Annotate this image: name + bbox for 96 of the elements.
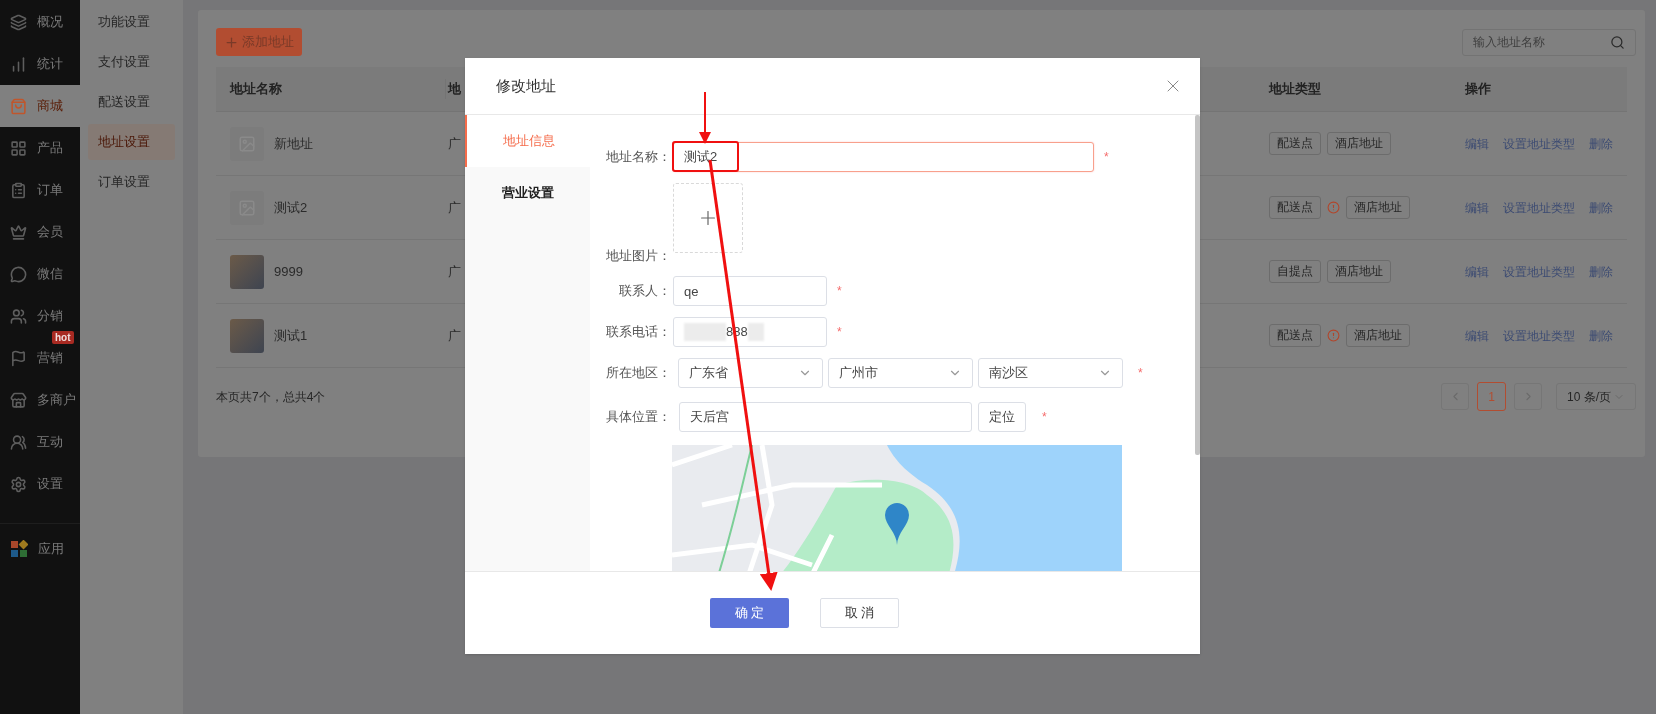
search-placeholder: 输入地址名称 [1473, 34, 1545, 51]
required-mark: * [1104, 149, 1109, 166]
action-link[interactable]: 删除 [1589, 326, 1613, 345]
region-select[interactable]: 广州市 [828, 358, 973, 388]
type-tag: 配送点 [1269, 196, 1321, 219]
table-cell-text: 新地址 [274, 134, 313, 153]
dialog-title: 修改地址 [496, 75, 556, 96]
table-cell: 广 [448, 135, 461, 151]
sub-nav-item[interactable]: 支付设置 [87, 44, 175, 80]
nav-item[interactable]: 会员 [0, 211, 80, 253]
field-label: 具体位置： [605, 408, 672, 427]
image-upload[interactable] [673, 183, 743, 253]
annotation-arrow [699, 91, 711, 144]
plus-icon [224, 34, 239, 50]
text-field[interactable]: 测试2 [673, 142, 1094, 172]
nav-item[interactable]: 产品 [0, 127, 80, 169]
layers-icon [10, 13, 27, 31]
chat-icon [10, 265, 27, 283]
type-tag: 酒店地址 [1327, 260, 1391, 283]
bar-chart-icon [10, 55, 27, 73]
nav-item[interactable]: 订单 [0, 169, 80, 211]
column-header: 操作 [1465, 81, 1491, 97]
nav-item[interactable]: 设置 [0, 463, 80, 505]
locate-button[interactable]: 定位 [978, 402, 1026, 432]
search-field[interactable]: 输入地址名称 [1462, 28, 1636, 56]
required-mark: * [837, 283, 842, 300]
field-label: 地址图片： [605, 246, 672, 265]
action-link[interactable]: 设置地址类型 [1503, 134, 1575, 153]
table-cell: 广 [448, 199, 461, 215]
nav-item[interactable]: 应用 [0, 528, 80, 570]
confirm-button[interactable]: 确 定 [710, 598, 789, 628]
table-cell: 广 [448, 327, 461, 343]
sub-nav-item[interactable]: 地址设置 [87, 124, 175, 160]
users-icon [10, 307, 27, 325]
action-link[interactable]: 删除 [1589, 134, 1613, 153]
nav-item[interactable]: 互动 [0, 421, 80, 463]
dialog-tab[interactable]: 营业设置 [465, 167, 590, 219]
annotation-highlight [672, 141, 739, 172]
required-mark: * [1138, 365, 1143, 382]
sub-nav-item[interactable]: 配送设置 [87, 84, 175, 120]
nav-item[interactable]: 微信 [0, 253, 80, 295]
action-link[interactable]: 删除 [1589, 198, 1613, 217]
column-header: 地 [448, 81, 461, 97]
cancel-button[interactable]: 取 消 [820, 598, 899, 628]
store-icon [10, 391, 27, 409]
type-tag: 酒店地址 [1346, 324, 1410, 347]
action-link[interactable]: 设置地址类型 [1503, 326, 1575, 345]
required-mark: * [837, 324, 842, 341]
table-cell: 广 [448, 263, 461, 279]
photo-placeholder [230, 318, 264, 353]
sub-nav-item[interactable]: 订单设置 [87, 164, 175, 200]
type-tag: 自提点 [1269, 260, 1321, 283]
action-link[interactable]: 设置地址类型 [1503, 262, 1575, 281]
people-icon [10, 433, 27, 451]
type-tag: 配送点 [1269, 132, 1321, 155]
page-summary: 本页共7个，总共4个 [216, 388, 326, 406]
field-label: 地址名称： [605, 148, 672, 167]
apps-icon [10, 540, 28, 558]
action-link[interactable]: 编辑 [1465, 326, 1489, 345]
field-label: 所在地区： [605, 364, 672, 383]
field-label: 联系电话： [605, 323, 672, 342]
region-select[interactable]: 广东省 [678, 358, 823, 388]
photo-placeholder [230, 254, 264, 289]
field-label: 联系人： [618, 282, 672, 301]
action-link[interactable]: 删除 [1589, 262, 1613, 281]
clipboard-icon [10, 181, 27, 199]
settings-icon [10, 475, 27, 493]
nav-item[interactable]: 多商户 [0, 379, 80, 421]
type-tag: 酒店地址 [1346, 196, 1410, 219]
required-mark: * [1042, 409, 1047, 426]
nav-item[interactable]: 商城 [0, 85, 80, 127]
bag-icon [10, 97, 27, 115]
page-size-select[interactable]: 10 条/页 [1556, 383, 1636, 410]
flag-icon [10, 349, 27, 367]
crown-icon [10, 223, 27, 241]
column-header: 地址类型 [1269, 81, 1321, 97]
table-cell-text: 测试2 [274, 198, 308, 217]
dialog-tab[interactable]: 地址信息 [465, 115, 590, 167]
search-icon [1610, 34, 1625, 50]
action-link[interactable]: 编辑 [1465, 198, 1489, 217]
type-tag: 配送点 [1269, 324, 1321, 347]
table-cell-text: 测试1 [274, 326, 308, 345]
region-select[interactable]: 南沙区 [978, 358, 1123, 388]
location-field[interactable]: 天后宫 [679, 402, 972, 432]
text-field[interactable]: qe [673, 276, 827, 306]
sub-nav-item[interactable]: 功能设置 [87, 4, 175, 40]
type-tag: 酒店地址 [1327, 132, 1391, 155]
action-link[interactable]: 编辑 [1465, 134, 1489, 153]
nav-item[interactable]: 统计 [0, 43, 80, 85]
column-header: 地址名称 [230, 81, 282, 97]
nav-item[interactable]: 概况 [0, 1, 80, 43]
hot-badge: hot [52, 331, 74, 344]
table-cell-text: 9999 [274, 262, 303, 281]
action-link[interactable]: 编辑 [1465, 262, 1489, 281]
grid-icon [10, 139, 27, 157]
action-link[interactable]: 设置地址类型 [1503, 198, 1575, 217]
